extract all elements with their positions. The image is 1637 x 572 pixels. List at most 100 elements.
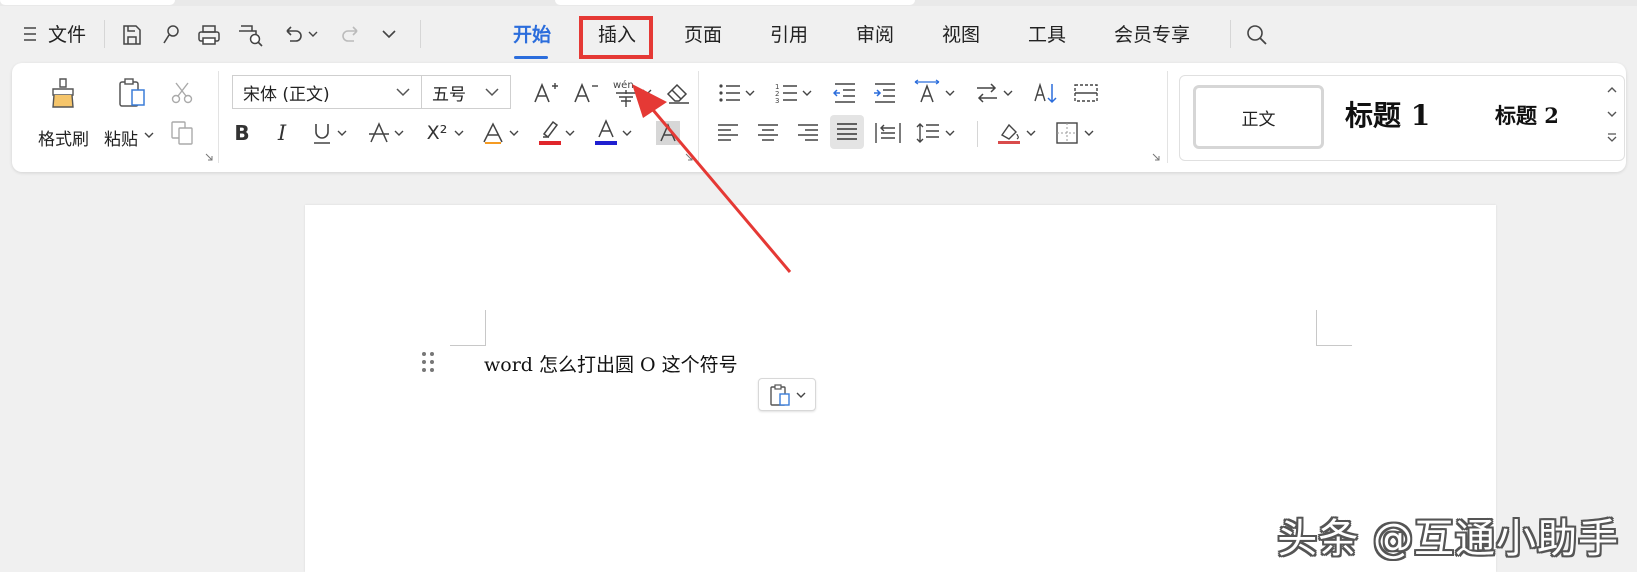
document-tab-2[interactable] bbox=[555, 0, 915, 5]
document-text[interactable]: word 怎么打出圆 O 这个符号 bbox=[484, 350, 738, 377]
borders-icon[interactable] bbox=[1054, 119, 1080, 147]
gallery-down-icon[interactable] bbox=[1604, 106, 1620, 122]
drag-handle-icon[interactable] bbox=[421, 351, 435, 373]
align-right-icon[interactable] bbox=[795, 119, 821, 147]
tab-tools[interactable]: 工具 bbox=[1028, 23, 1066, 47]
ribbon-toolbar: 格式刷 粘贴 宋体 (正文) 五号 wén B I X² 1 2 3 正文 标题… bbox=[12, 63, 1626, 172]
document-tab[interactable] bbox=[0, 0, 175, 5]
dialog-launcher-icon[interactable] bbox=[685, 153, 693, 161]
borders-dropdown-icon[interactable] bbox=[1083, 127, 1095, 139]
font-color-icon[interactable] bbox=[592, 117, 620, 147]
search-icon[interactable] bbox=[1244, 22, 1270, 48]
group-divider bbox=[1167, 71, 1168, 163]
insert-tab-highlight bbox=[579, 16, 653, 59]
more-chevron-icon[interactable] bbox=[379, 26, 399, 42]
numbered-dropdown-icon[interactable] bbox=[801, 87, 813, 99]
dialog-launcher-icon[interactable] bbox=[1152, 153, 1160, 161]
dialog-launcher-icon[interactable] bbox=[205, 153, 213, 161]
spacing-dropdown-icon[interactable] bbox=[944, 87, 956, 99]
copy-icon[interactable] bbox=[168, 119, 196, 147]
font-color-dropdown-icon[interactable] bbox=[621, 127, 633, 139]
tab-home[interactable]: 开始 bbox=[513, 23, 551, 47]
justify-icon[interactable] bbox=[830, 115, 864, 149]
numbered-list-icon[interactable]: 123 bbox=[774, 79, 800, 107]
divider bbox=[420, 20, 421, 48]
line-spacing-icon[interactable] bbox=[915, 119, 941, 147]
export-icon[interactable] bbox=[158, 22, 184, 48]
group-divider bbox=[218, 71, 219, 163]
font-size-combo[interactable]: 五号 bbox=[421, 75, 511, 109]
text-effect-icon[interactable] bbox=[480, 119, 506, 147]
shading-dropdown-icon[interactable] bbox=[1025, 127, 1037, 139]
chevron-down-icon bbox=[796, 392, 806, 398]
format-painter-icon[interactable] bbox=[48, 77, 78, 109]
margin-corner-mark bbox=[450, 310, 486, 346]
line-spacing-dropdown-icon[interactable] bbox=[944, 127, 956, 139]
divider bbox=[104, 20, 105, 48]
text-direction-icon[interactable] bbox=[974, 79, 1000, 107]
paste-options-button[interactable] bbox=[758, 378, 816, 411]
phonetic-dropdown-icon[interactable] bbox=[641, 86, 653, 98]
menu-lines-icon[interactable] bbox=[22, 22, 38, 46]
shading-icon[interactable] bbox=[995, 119, 1023, 147]
strikethrough-icon[interactable] bbox=[366, 119, 392, 147]
underline-icon[interactable] bbox=[310, 119, 334, 147]
paste-label[interactable]: 粘贴 bbox=[104, 125, 138, 150]
tab-view[interactable]: 视图 bbox=[942, 23, 980, 47]
menu-bar: 文件 开始 插入 页面 引用 审阅 视图 工具 会员专享 bbox=[0, 6, 1637, 62]
direction-dropdown-icon[interactable] bbox=[1002, 87, 1014, 99]
undo-dropdown-icon[interactable] bbox=[307, 26, 319, 42]
undo-icon[interactable] bbox=[279, 22, 305, 48]
file-menu[interactable]: 文件 bbox=[48, 23, 86, 47]
tab-page[interactable]: 页面 bbox=[684, 23, 722, 47]
shrink-font-icon[interactable] bbox=[572, 79, 600, 107]
style-heading-2[interactable]: 标题 2 bbox=[1495, 100, 1559, 130]
gallery-up-icon[interactable] bbox=[1604, 82, 1620, 98]
decrease-indent-icon[interactable] bbox=[832, 79, 858, 107]
style-normal[interactable]: 正文 bbox=[1193, 85, 1324, 149]
highlight-dropdown-icon[interactable] bbox=[564, 127, 576, 139]
underline-dropdown-icon[interactable] bbox=[336, 127, 348, 139]
bullet-list-icon[interactable] bbox=[717, 79, 743, 107]
text-effect-dropdown-icon[interactable] bbox=[508, 127, 520, 139]
print-preview-icon[interactable] bbox=[236, 22, 264, 48]
phonetic-guide-icon[interactable]: wén bbox=[612, 77, 642, 109]
increase-indent-icon[interactable] bbox=[872, 79, 898, 107]
character-spacing-icon[interactable] bbox=[912, 77, 942, 107]
print-icon[interactable] bbox=[196, 22, 222, 48]
active-tab-indicator bbox=[514, 56, 548, 59]
align-left-icon[interactable] bbox=[715, 119, 741, 147]
superscript-dropdown-icon[interactable] bbox=[453, 127, 465, 139]
style-heading-1[interactable]: 标题 1 bbox=[1345, 94, 1430, 134]
font-size-value: 五号 bbox=[432, 84, 466, 105]
italic-icon[interactable]: I bbox=[270, 119, 294, 147]
paste-icon[interactable] bbox=[115, 77, 149, 109]
tab-review[interactable]: 审阅 bbox=[856, 23, 894, 47]
format-painter-label[interactable]: 格式刷 bbox=[38, 125, 89, 150]
tab-references[interactable]: 引用 bbox=[770, 23, 808, 47]
character-shading-icon[interactable] bbox=[655, 119, 681, 147]
font-name-value: 宋体 (正文) bbox=[243, 84, 330, 105]
styles-gallery: 正文 标题 1 标题 2 bbox=[1179, 75, 1625, 161]
superscript-icon[interactable]: X² bbox=[422, 119, 452, 147]
gallery-more-icon[interactable] bbox=[1604, 130, 1620, 146]
margin-corner-mark bbox=[1316, 310, 1352, 346]
grow-font-icon[interactable] bbox=[532, 79, 560, 107]
distributed-icon[interactable] bbox=[874, 119, 902, 147]
strike-dropdown-icon[interactable] bbox=[393, 127, 405, 139]
clear-format-icon[interactable] bbox=[664, 79, 694, 107]
divider bbox=[977, 121, 978, 147]
sort-icon[interactable] bbox=[1032, 79, 1060, 107]
align-center-icon[interactable] bbox=[755, 119, 781, 147]
cut-icon[interactable] bbox=[168, 79, 196, 107]
bullet-dropdown-icon[interactable] bbox=[744, 87, 756, 99]
show-marks-icon[interactable] bbox=[1072, 79, 1100, 107]
tab-member[interactable]: 会员专享 bbox=[1114, 23, 1190, 47]
save-icon[interactable] bbox=[119, 22, 145, 48]
group-divider bbox=[698, 71, 699, 163]
paste-dropdown-icon[interactable] bbox=[143, 129, 155, 141]
font-name-combo[interactable]: 宋体 (正文) bbox=[232, 75, 422, 109]
highlight-color-icon[interactable] bbox=[536, 117, 564, 147]
redo-icon[interactable] bbox=[339, 22, 365, 48]
bold-icon[interactable]: B bbox=[230, 119, 254, 147]
